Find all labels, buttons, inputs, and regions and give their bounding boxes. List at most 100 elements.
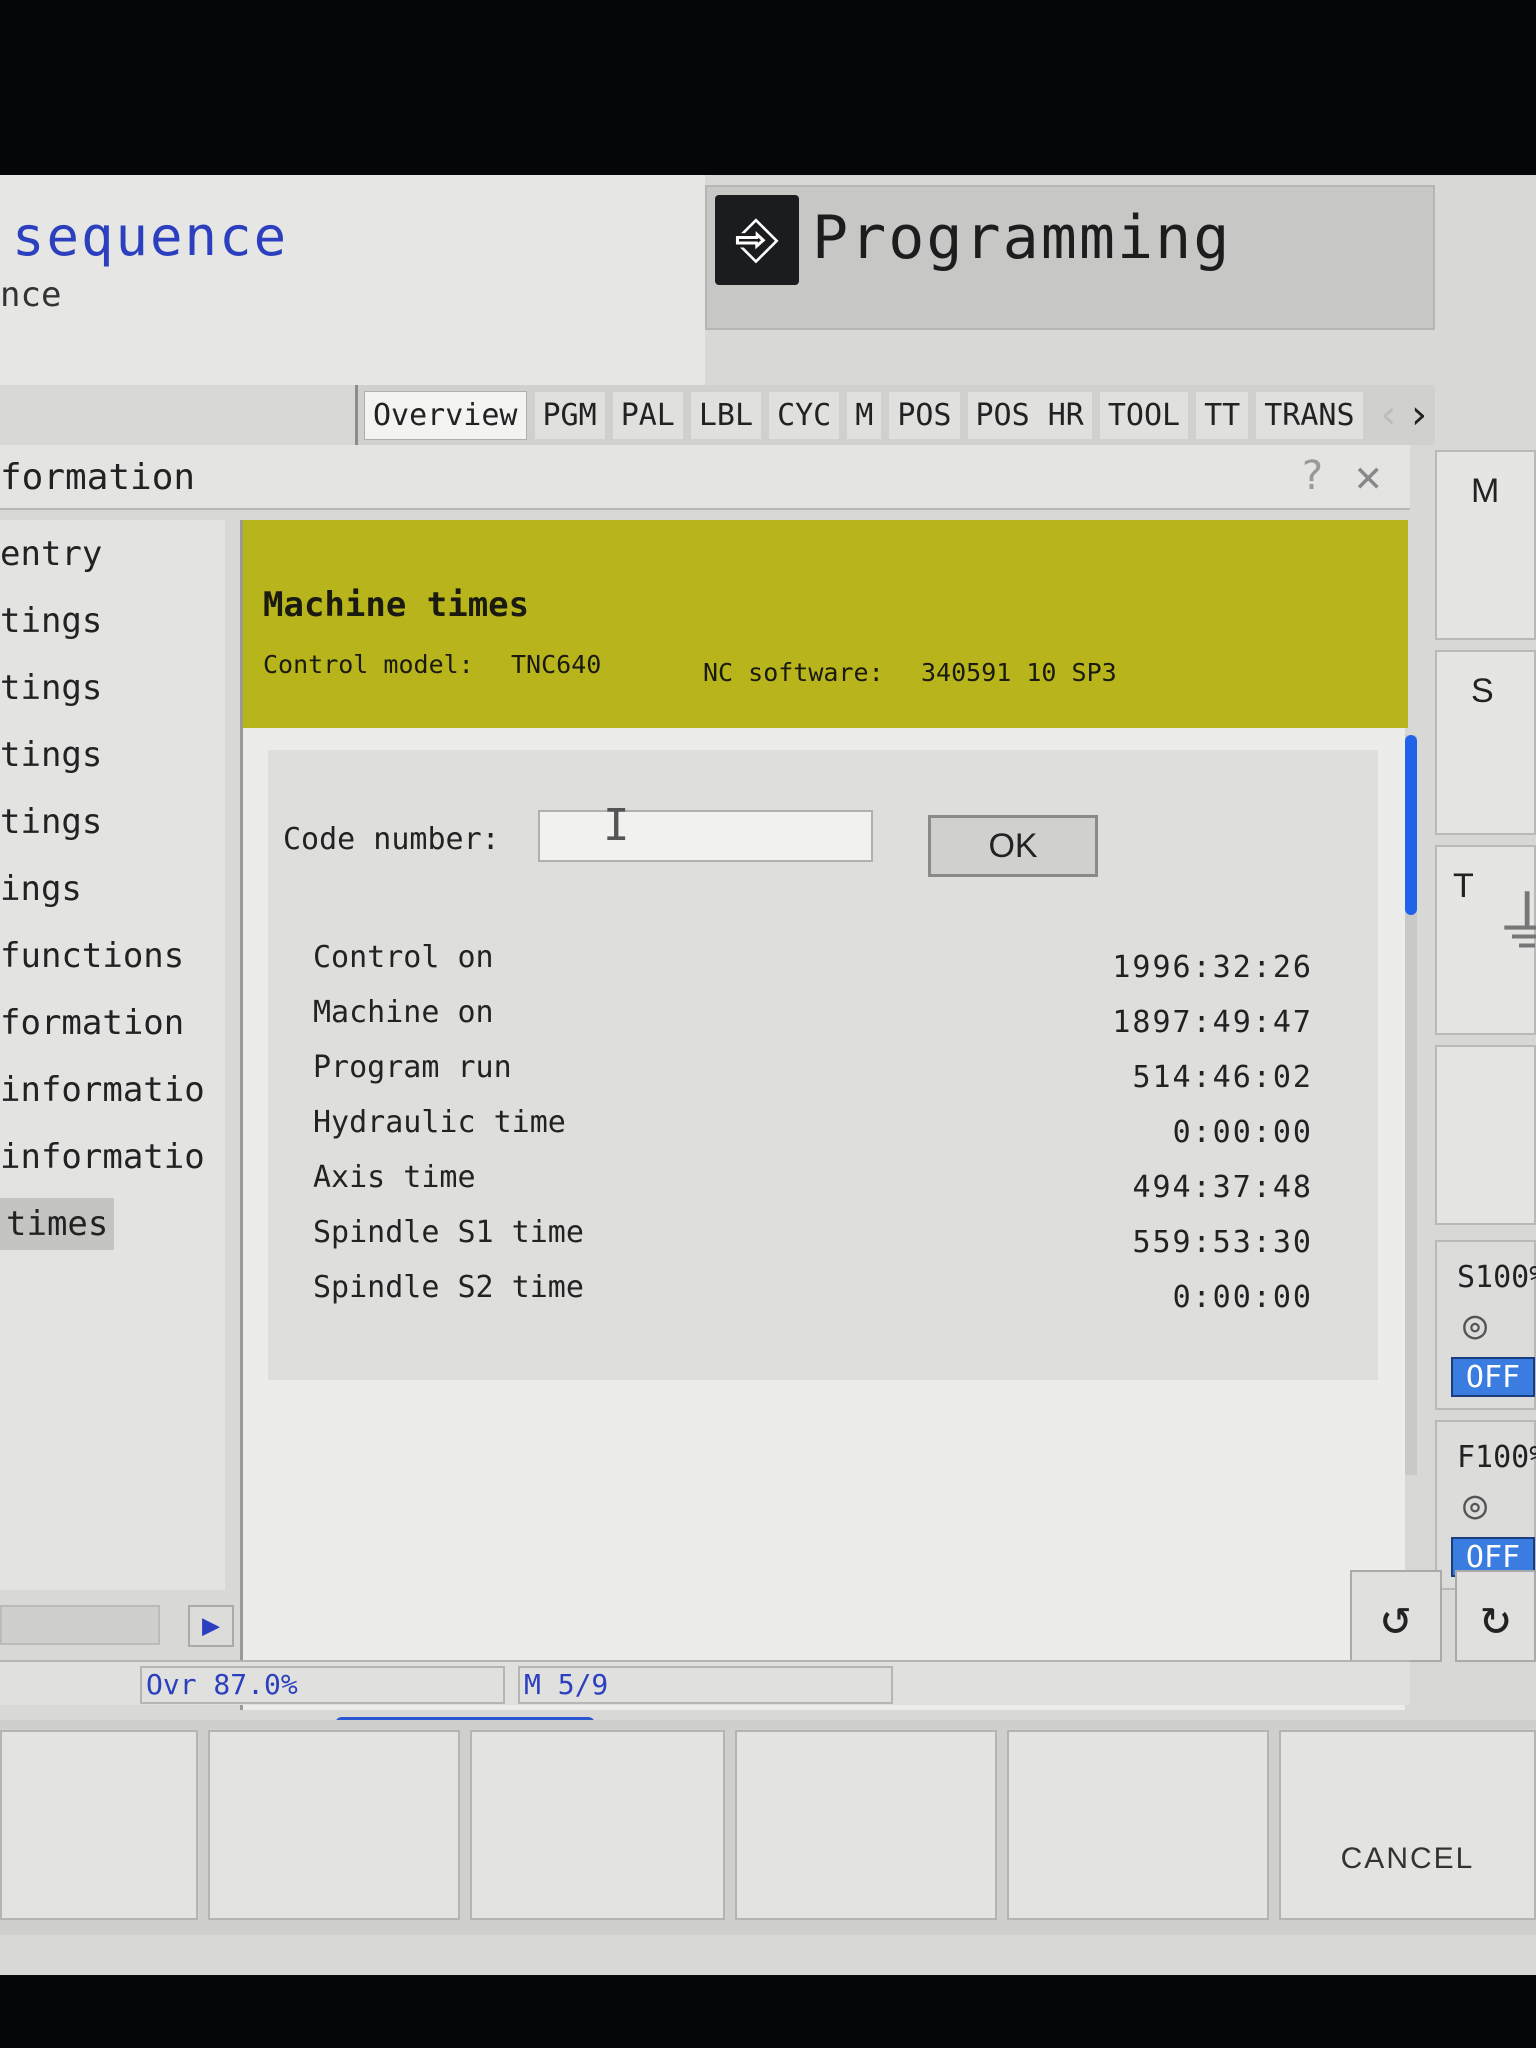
ok-button[interactable]: OK: [928, 815, 1098, 877]
header-title: sequence: [12, 205, 289, 268]
panel-title: Machine times: [263, 585, 530, 625]
list-item[interactable]: entry: [0, 520, 225, 587]
tab-pos-hr[interactable]: POS HR: [967, 391, 1092, 439]
panel-scroll-thumb[interactable]: [1405, 735, 1417, 915]
time-value: 0:00:00: [1172, 1115, 1313, 1150]
softkey-3[interactable]: [470, 1730, 725, 1920]
times-box: Code number: I OK Control on 1996:32:26 …: [268, 750, 1378, 1380]
control-model-label: Control model:: [263, 650, 474, 679]
list-item[interactable]: ings: [0, 855, 225, 922]
time-row: Spindle S2 time 0:00:00: [313, 1270, 1313, 1320]
time-label: Spindle S2 time: [313, 1270, 584, 1305]
softkey-bar: CANCEL: [0, 1720, 1536, 1935]
left-scrollbar[interactable]: [0, 1605, 160, 1645]
empty-status-box: [1435, 1045, 1536, 1225]
softkey-2[interactable]: [208, 1730, 460, 1920]
tab-tool[interactable]: TOOL: [1099, 391, 1189, 439]
softkey-5[interactable]: [1007, 1730, 1269, 1920]
time-row: Spindle S1 time 559:53:30: [313, 1215, 1313, 1265]
time-label: Spindle S1 time: [313, 1215, 584, 1250]
time-label: Axis time: [313, 1160, 476, 1195]
cnc-screen: sequence nce ⎆ Programming Overview PGM …: [0, 175, 1536, 1975]
mode-title: Programming: [812, 203, 1232, 273]
time-value: 494:37:48: [1132, 1170, 1313, 1205]
rotate-ccw-icon[interactable]: ↺: [1350, 1570, 1442, 1662]
s-status-box[interactable]: S: [1435, 650, 1536, 835]
program-arrow-icon: ⎆: [715, 195, 799, 285]
time-row: Machine on 1897:49:47: [313, 995, 1313, 1045]
time-label: Hydraulic time: [313, 1105, 566, 1140]
cancel-label: CANCEL: [1340, 1842, 1475, 1875]
machine-times-panel: Machine times Control model: TNC640 NC s…: [240, 520, 1408, 1710]
m-function-status: M 5/9: [518, 1666, 893, 1704]
info-title: formation: [0, 457, 196, 498]
spindle-off-badge: OFF: [1451, 1357, 1535, 1397]
cancel-button[interactable]: CANCEL: [1279, 1730, 1536, 1920]
override-status: Ovr 87.0%: [140, 1666, 505, 1704]
time-label: Control on: [313, 940, 494, 975]
time-value: 1996:32:26: [1112, 950, 1313, 985]
time-value: 514:46:02: [1132, 1060, 1313, 1095]
list-item[interactable]: informatio: [0, 1123, 225, 1190]
time-value: 0:00:00: [1172, 1280, 1313, 1315]
tab-pgm[interactable]: PGM: [534, 391, 605, 439]
list-item[interactable]: tings: [0, 721, 225, 788]
time-label: Machine on: [313, 995, 494, 1030]
status-bar: Ovr 87.0% M 5/9: [0, 1660, 1410, 1705]
time-row: Program run 514:46:02: [313, 1050, 1313, 1100]
list-item[interactable]: tings: [0, 654, 225, 721]
code-number-label: Code number:: [283, 822, 500, 857]
help-icon[interactable]: ?: [1300, 453, 1324, 499]
list-item[interactable]: functions: [0, 922, 225, 989]
tab-trans[interactable]: TRANS: [1256, 391, 1363, 439]
control-model-value: TNC640: [511, 650, 602, 679]
scroll-right-icon[interactable]: ▶: [188, 1605, 234, 1647]
feed-override-label: F100%: [1457, 1440, 1536, 1475]
m-status-box[interactable]: M: [1435, 450, 1536, 640]
time-row: Hydraulic time 0:00:00: [313, 1105, 1313, 1155]
chevron-left-icon[interactable]: ‹: [1377, 392, 1401, 438]
list-item[interactable]: informatio: [0, 1056, 225, 1123]
rotate-cw-icon[interactable]: ↻: [1455, 1570, 1536, 1662]
time-value: 1897:49:47: [1112, 1005, 1313, 1040]
info-banner: Machine times Control model: TNC640 NC s…: [243, 520, 1408, 728]
tab-overview[interactable]: Overview: [364, 390, 527, 440]
header-subtitle: nce: [0, 275, 62, 315]
tab-pal[interactable]: PAL: [612, 391, 683, 439]
tab-tt[interactable]: TT: [1196, 391, 1249, 439]
tab-lbl[interactable]: LBL: [690, 391, 762, 439]
left-menu: entry tings tings tings tings ings funct…: [0, 520, 225, 1590]
tool-holder-icon: ⏚: [1492, 882, 1536, 964]
time-label: Program run: [313, 1050, 512, 1085]
time-value: 559:53:30: [1132, 1225, 1313, 1260]
tab-cyc[interactable]: CYC: [769, 391, 840, 439]
spindle-override-box[interactable]: S100% ◎ OFF: [1435, 1240, 1536, 1410]
time-row: Control on 1996:32:26: [313, 940, 1313, 990]
header-left: sequence nce: [0, 175, 705, 385]
nc-software-value: 340591 10 SP3: [921, 658, 1117, 687]
tab-pos[interactable]: POS: [889, 391, 960, 439]
override-knob-icon: ◎: [1463, 1302, 1488, 1348]
softkey-4[interactable]: [735, 1730, 997, 1920]
spindle-override-label: S100%: [1457, 1260, 1536, 1295]
feed-override-box[interactable]: F100% ◎ OFF: [1435, 1420, 1536, 1590]
list-item[interactable]: formation: [0, 989, 225, 1056]
s-label: S: [1471, 672, 1494, 710]
m-label: M: [1471, 472, 1500, 510]
tab-m[interactable]: M: [847, 391, 882, 439]
list-item[interactable]: tings: [0, 788, 225, 855]
override-knob-icon: ◎: [1463, 1482, 1488, 1528]
list-item[interactable]: tings: [0, 587, 225, 654]
softkey-1[interactable]: [0, 1730, 198, 1920]
t-status-box[interactable]: T ⏚: [1435, 845, 1536, 1035]
code-number-input[interactable]: [538, 810, 873, 862]
mode-panel[interactable]: ⎆ Programming: [705, 185, 1435, 330]
list-item-selected[interactable]: times: [0, 1190, 225, 1257]
nc-software-label: NC software:: [703, 658, 884, 687]
time-row: Axis time 494:37:48: [313, 1160, 1313, 1210]
tab-bar: Overview PGM PAL LBL CYC M POS POS HR TO…: [355, 385, 1435, 445]
t-label: T: [1453, 867, 1474, 905]
info-bar: formation ? ✕: [0, 445, 1410, 510]
chevron-right-icon[interactable]: ›: [1407, 392, 1431, 438]
close-icon[interactable]: ✕: [1355, 451, 1382, 502]
